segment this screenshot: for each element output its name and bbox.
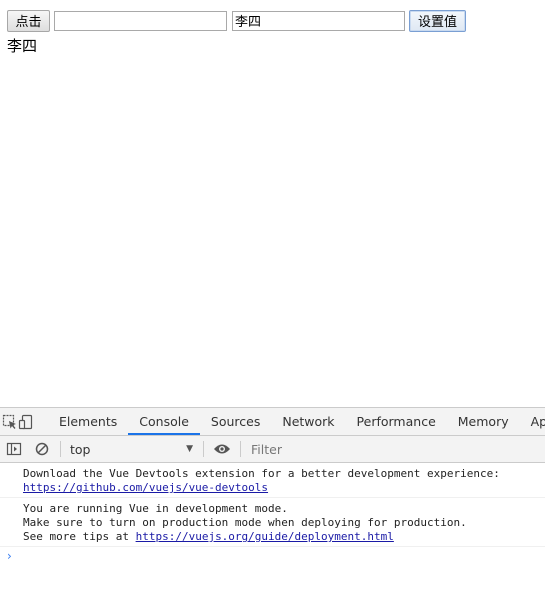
devtools-tab-bar: Elements Console Sources Network Perform…: [0, 408, 545, 436]
display-text: 李四: [7, 37, 38, 55]
tab-performance[interactable]: Performance: [346, 408, 447, 435]
vue-devtools-link[interactable]: https://github.com/vuejs/vue-devtools: [23, 481, 268, 494]
eye-icon[interactable]: [208, 436, 236, 462]
set-value-button[interactable]: 设置值: [409, 9, 466, 32]
clear-console-icon[interactable]: [28, 436, 56, 462]
toolbar-separator: [203, 441, 204, 457]
prompt-chevron-icon: ›: [7, 549, 12, 563]
console-message-text: You are running Vue in development mode.: [23, 502, 288, 515]
console-toolbar: top ▼: [0, 435, 545, 463]
console-message: You are running Vue in development mode.…: [0, 498, 545, 547]
context-selector-value: top: [70, 441, 91, 457]
tab-network[interactable]: Network: [271, 408, 345, 435]
inspect-element-icon[interactable]: [2, 408, 18, 435]
deployment-guide-link[interactable]: https://vuejs.org/guide/deployment.html: [136, 530, 394, 543]
dropdown-arrow-icon: ▼: [186, 444, 193, 454]
show-sidebar-icon[interactable]: [0, 436, 28, 462]
filter-input[interactable]: [245, 435, 545, 463]
console-message-text: See more tips at: [23, 530, 136, 543]
tab-console[interactable]: Console: [128, 408, 200, 435]
context-selector[interactable]: top ▼: [65, 442, 199, 457]
devtools-panel: Elements Console Sources Network Perform…: [0, 407, 545, 590]
console-message-text: Download the Vue Devtools extension for …: [23, 467, 500, 480]
page-content: 点击 设置值 李四: [0, 0, 545, 407]
tab-application[interactable]: Applica: [520, 408, 545, 435]
click-button[interactable]: 点击: [7, 9, 50, 32]
tab-sources[interactable]: Sources: [200, 408, 271, 435]
tab-memory[interactable]: Memory: [447, 408, 520, 435]
control-row: 点击 设置值: [7, 9, 466, 32]
console-output: Download the Vue Devtools extension for …: [0, 463, 545, 563]
toolbar-separator: [60, 441, 61, 457]
console-prompt[interactable]: ›: [0, 547, 545, 563]
text-input-2[interactable]: [232, 10, 405, 31]
console-message: Download the Vue Devtools extension for …: [0, 463, 545, 498]
tab-elements[interactable]: Elements: [48, 408, 128, 435]
device-toolbar-icon[interactable]: [18, 408, 34, 435]
toolbar-separator: [240, 441, 241, 457]
console-message-text: Make sure to turn on production mode whe…: [23, 516, 467, 529]
text-input-1[interactable]: [54, 10, 227, 31]
